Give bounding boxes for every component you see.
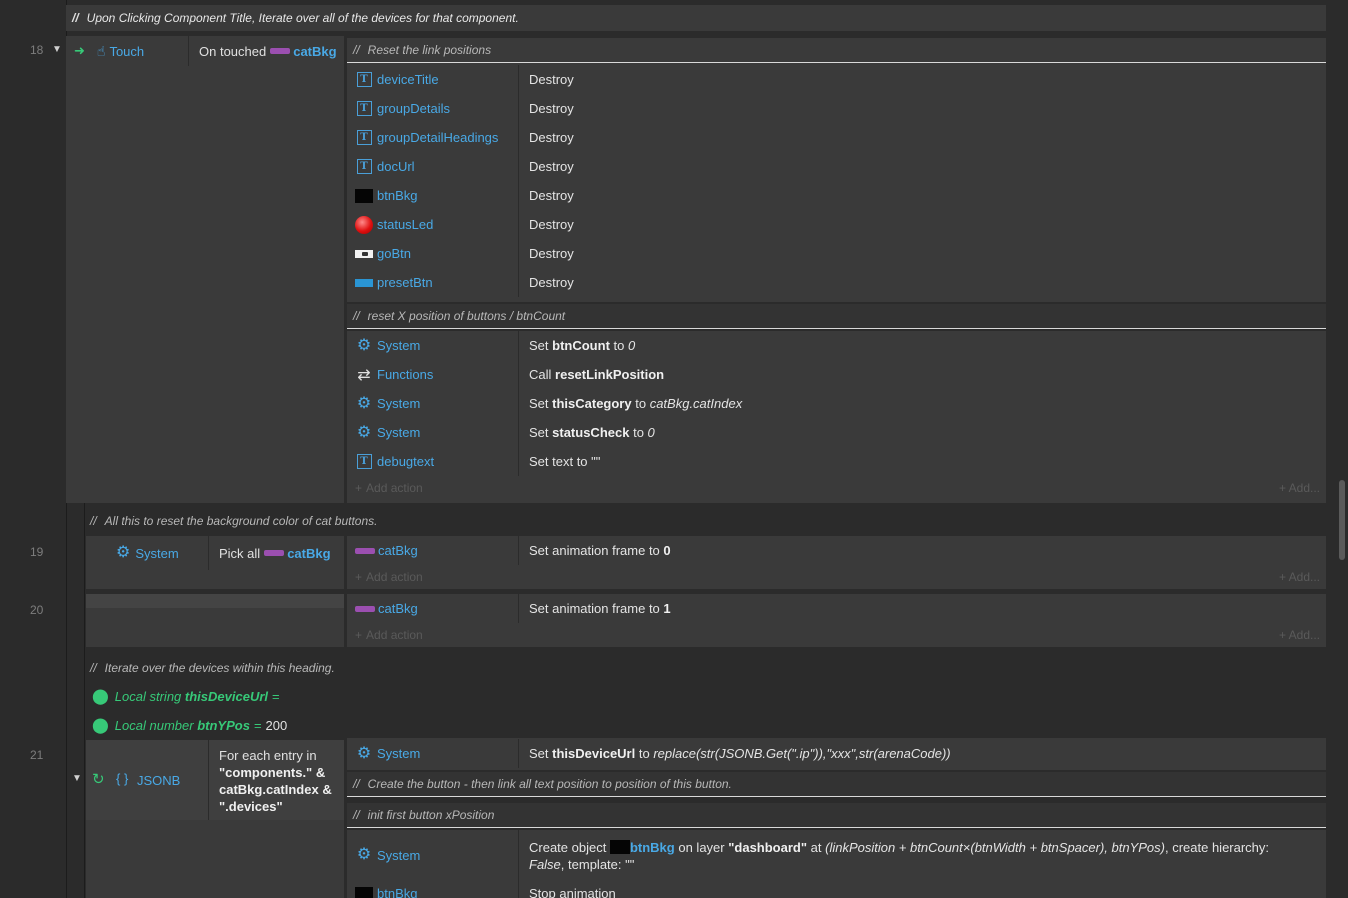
comment-row[interactable]: // Reset the link positions bbox=[347, 38, 1326, 63]
collapse-triangle-icon[interactable]: ▼ bbox=[52, 44, 62, 55]
add-action-row[interactable]: + Add action + Add... bbox=[347, 476, 1326, 500]
functions-icon: ⇄ bbox=[357, 366, 371, 384]
comment-row[interactable]: // Iterate over the devices within this … bbox=[86, 655, 1326, 681]
gear-icon: ⚙ bbox=[116, 544, 131, 561]
action-row[interactable]: btnBkg Destroy bbox=[347, 181, 1326, 210]
comment-row[interactable]: // Upon Clicking Component Title, Iterat… bbox=[66, 5, 1326, 31]
add-menu-button[interactable]: + Add... bbox=[1279, 628, 1320, 642]
plus-icon: + bbox=[355, 570, 363, 584]
action-row[interactable]: ⇄ Functions Call resetLinkPosition bbox=[347, 360, 1326, 389]
action-row[interactable]: goBtn Destroy bbox=[347, 239, 1326, 268]
gear-icon: ⚙ bbox=[356, 423, 372, 441]
condition-object: Touch bbox=[109, 43, 145, 59]
add-action-row[interactable]: + Add action + Add... bbox=[347, 565, 1326, 589]
black-sprite-icon bbox=[355, 188, 373, 203]
plus-icon: + bbox=[355, 628, 363, 642]
condition-row[interactable]: ➜ ☝ Touch On touched catBkg bbox=[66, 36, 344, 66]
plus-icon: + bbox=[1278, 570, 1289, 584]
go-button-icon bbox=[355, 249, 373, 258]
condition-row[interactable]: ⚙ System Pick all catBkg bbox=[86, 536, 344, 570]
loop-icon: ↻ bbox=[92, 771, 105, 788]
location-pin-icon: ⬤ bbox=[92, 688, 109, 705]
comment-row[interactable]: // reset X position of buttons / btnCoun… bbox=[347, 304, 1326, 329]
black-sprite-icon bbox=[609, 840, 630, 854]
action-row[interactable]: catBkg Set animation frame to 0 bbox=[347, 536, 1326, 565]
event-number: 20 bbox=[30, 603, 44, 617]
touch-hand-icon: ☝ bbox=[96, 42, 106, 59]
action-row[interactable]: TdeviceTitle Destroy bbox=[347, 65, 1326, 94]
gear-icon: ⚙ bbox=[356, 744, 372, 762]
gear-icon: ⚙ bbox=[356, 846, 372, 863]
add-menu-button[interactable]: + Add... bbox=[1279, 570, 1320, 584]
event-number: 19 bbox=[30, 545, 44, 559]
black-sprite-icon bbox=[355, 887, 373, 898]
action-row[interactable]: catBkg Set animation frame to 1 bbox=[347, 594, 1326, 623]
add-menu-button[interactable]: + Add... bbox=[1279, 481, 1320, 495]
divider bbox=[208, 536, 209, 570]
action-row[interactable]: ⚙ System Set statusCheck to 0 bbox=[347, 418, 1326, 447]
action-row[interactable]: ⚙ System Set btnCount to 0 bbox=[347, 331, 1326, 360]
event-number: 18 bbox=[30, 43, 44, 57]
gear-icon: ⚙ bbox=[356, 394, 372, 412]
json-braces-icon: { } bbox=[116, 771, 129, 786]
text-icon: T bbox=[356, 101, 372, 116]
red-led-icon bbox=[355, 215, 373, 234]
divider bbox=[188, 36, 189, 66]
vertical-scrollbar[interactable] bbox=[1339, 480, 1345, 560]
action-row[interactable]: TgroupDetailHeadings Destroy bbox=[347, 123, 1326, 152]
action-row[interactable]: TgroupDetails Destroy bbox=[347, 94, 1326, 123]
action-list: ⚙ System Set thisDeviceUrl to replace(str… bbox=[347, 739, 1326, 768]
action-row[interactable]: btnBkg Stop animation bbox=[347, 880, 1326, 898]
comment-row[interactable]: // All this to reset the background colo… bbox=[86, 508, 1326, 534]
action-row[interactable]: Tdebugtext Set text to "" bbox=[347, 447, 1326, 476]
action-list: ⚙ System Set btnCount to 0 ⇄ Functions Cal… bbox=[347, 331, 1326, 500]
action-row[interactable]: presetBtn Destroy bbox=[347, 268, 1326, 297]
event-number: 21 bbox=[30, 748, 44, 762]
sprite-icon bbox=[264, 550, 285, 556]
collapse-triangle-icon[interactable]: ▼ bbox=[72, 773, 82, 784]
local-variable-row[interactable]: ⬤ Local string thisDeviceUrl = bbox=[92, 684, 284, 708]
add-action-button[interactable]: + Add action bbox=[347, 481, 423, 495]
preset-button-icon bbox=[355, 278, 373, 287]
action-list: catBkg Set animation frame to 1 + Add act… bbox=[347, 594, 1326, 647]
divider bbox=[208, 740, 209, 820]
comment-row[interactable]: // Create the button - then link all tex… bbox=[347, 772, 1326, 797]
action-row[interactable]: ⚙ System Set thisCategory to catBkg.catIn… bbox=[347, 389, 1326, 418]
action-list: TdeviceTitle Destroy TgroupDetails Destr… bbox=[347, 65, 1326, 297]
text-icon: T bbox=[356, 159, 372, 174]
local-variable-row[interactable]: ⬤ Local number btnYPos = 200 bbox=[92, 713, 287, 737]
comment-row[interactable]: // init first button xPosition bbox=[347, 803, 1326, 828]
add-action-row[interactable]: + Add action + Add... bbox=[347, 623, 1326, 647]
sprite-icon bbox=[270, 48, 291, 54]
action-row[interactable]: ⚙ System Create object btnBkg on layer "d… bbox=[347, 830, 1326, 880]
else-condition-row[interactable] bbox=[86, 594, 344, 608]
location-pin-icon: ⬤ bbox=[92, 717, 109, 734]
text-icon: T bbox=[356, 72, 372, 87]
action-row[interactable]: TdocUrl Destroy bbox=[347, 152, 1326, 181]
indent-divider bbox=[84, 503, 85, 898]
text-icon: T bbox=[356, 130, 372, 145]
plus-icon: + bbox=[355, 481, 363, 495]
condition-row[interactable]: ↻ { } JSONB For each entry in "component… bbox=[86, 740, 344, 820]
add-action-button[interactable]: + Add action bbox=[347, 570, 423, 584]
sprite-icon bbox=[355, 547, 375, 554]
add-action-button[interactable]: + Add action bbox=[347, 628, 423, 642]
event-18-conditions[interactable] bbox=[66, 36, 344, 503]
condition-text: On touched bbox=[199, 43, 267, 59]
gear-icon: ⚙ bbox=[356, 336, 372, 354]
action-row[interactable]: statusLed Destroy bbox=[347, 210, 1326, 239]
plus-icon: + bbox=[1278, 481, 1289, 495]
plus-icon: + bbox=[1278, 628, 1289, 642]
sprite-icon bbox=[355, 605, 375, 612]
action-row[interactable]: ⚙ System Set thisDeviceUrl to replace(str… bbox=[347, 739, 1326, 768]
trigger-arrow-icon: ➜ bbox=[74, 43, 85, 58]
comment-text: Upon Clicking Component Title, Iterate o… bbox=[86, 11, 519, 25]
action-list: catBkg Set animation frame to 0 + Add act… bbox=[347, 536, 1326, 589]
text-icon: T bbox=[356, 454, 372, 469]
condition-object-ref: catBkg bbox=[293, 43, 337, 59]
